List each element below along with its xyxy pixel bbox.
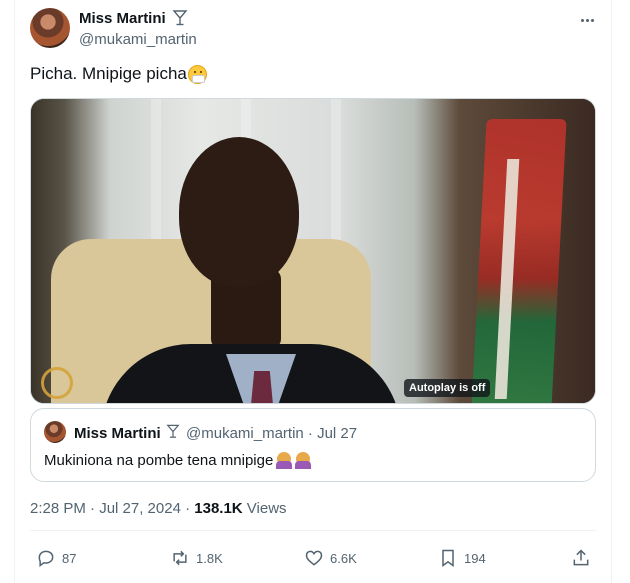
tweet-video[interactable]: Autoplay is off (30, 98, 596, 404)
quote-author-avatar (44, 421, 66, 443)
bookmark-count: 194 (464, 550, 486, 566)
cocktail-glass-icon (172, 10, 188, 26)
autoplay-badge: Autoplay is off (404, 379, 491, 397)
face-with-medical-mask-icon (187, 64, 207, 84)
channel-logo-icon (41, 367, 73, 399)
divider (30, 530, 596, 531)
share-button[interactable] (571, 548, 591, 568)
quote-text: Mukiniona na pombe tena mnipige (44, 452, 312, 469)
heart-icon (305, 550, 323, 566)
repost-button[interactable]: 1.8K (170, 548, 223, 568)
quote-author-name: Miss Martini (74, 425, 161, 442)
tweet-timestamp: 2:28 PM · Jul 27, 2024 · 138.1K Views (30, 500, 287, 517)
author-avatar[interactable] (30, 8, 70, 48)
quoted-tweet[interactable]: Miss Martini @mukami_martin · Jul 27 Muk… (30, 408, 596, 482)
cocktail-glass-icon (166, 424, 180, 438)
author-name[interactable]: Miss Martini (79, 10, 166, 27)
author-handle[interactable]: @mukami_martin (79, 31, 197, 48)
bookmark-icon (442, 549, 454, 567)
share-icon (573, 549, 589, 566)
more-options-icon[interactable] (577, 10, 597, 30)
like-count: 6.6K (330, 550, 357, 566)
person-head (179, 137, 299, 287)
bookmark-button[interactable]: 194 (438, 548, 486, 568)
like-button[interactable]: 6.6K (304, 548, 357, 568)
reply-count: 87 (62, 550, 77, 566)
views-count: 138.1K (194, 500, 243, 517)
quote-text-body: Mukiniona na pombe tena mnipige (44, 452, 274, 469)
timestamp-time[interactable]: 2:28 PM · Jul 27, 2024 · (30, 500, 194, 517)
quote-meta: @mukami_martin · Jul 27 (186, 425, 358, 442)
tweet-text-body: Picha. Mnipige picha (30, 64, 187, 83)
reply-icon (38, 550, 54, 567)
repost-count: 1.8K (196, 550, 223, 566)
woman-facepalming-icon (276, 452, 293, 469)
views-label: Views (242, 500, 287, 517)
reply-button[interactable]: 87 (36, 548, 76, 568)
woman-facepalming-icon (295, 452, 312, 469)
repost-icon (173, 550, 187, 566)
tweet-text: Picha. Mnipige picha (30, 64, 207, 84)
